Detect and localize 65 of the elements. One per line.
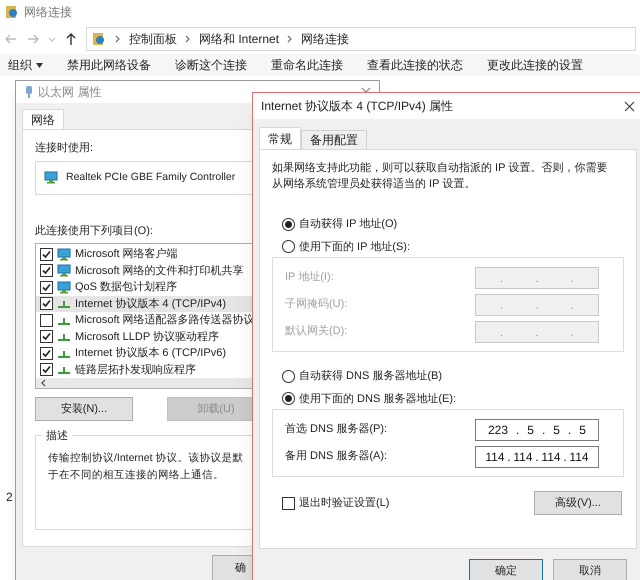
radio-button[interactable]	[282, 218, 295, 231]
breadcrumb-item[interactable]: 控制面板	[129, 30, 177, 48]
checkbox[interactable]	[40, 330, 53, 344]
field-label: 备用 DNS 服务器(A):	[285, 449, 388, 464]
breadcrumb-item[interactable]: 网络和 Internet	[199, 30, 280, 48]
chevron-right-icon	[185, 35, 191, 43]
radio-option[interactable]: 使用下面的 IP 地址(S):	[282, 238, 624, 255]
toolbar-button[interactable]: 重命名此连接	[271, 56, 343, 74]
checkbox[interactable]	[40, 363, 53, 376]
radio-option[interactable]: 自动获得 DNS 服务器地址(B)	[282, 368, 624, 384]
dialog-title: 以太网 属性	[38, 84, 102, 101]
chevron-right-icon	[115, 35, 121, 43]
monitor-icon	[57, 280, 71, 294]
caret-icon	[36, 62, 43, 68]
chevron-right-icon	[287, 35, 294, 43]
radio-button[interactable]	[282, 370, 295, 383]
checkbox[interactable]	[40, 280, 53, 294]
monitor-icon	[57, 248, 71, 261]
checkbox[interactable]	[40, 314, 53, 327]
up-arrow-icon[interactable]	[64, 32, 78, 46]
network-folder-icon	[4, 4, 20, 20]
list-text: 2	[6, 489, 13, 506]
field-label: 连接时使用:	[35, 140, 94, 156]
ip-address-field[interactable]: 223 . 5 . 5 . 5	[475, 418, 599, 440]
monitor-icon	[44, 171, 58, 184]
radio-button[interactable]	[282, 240, 295, 254]
radio-option[interactable]: 使用下面的 DNS 服务器地址(E):	[282, 390, 624, 407]
checkbox[interactable]	[40, 264, 53, 278]
toolbar-button[interactable]: 禁用此网络设备	[67, 56, 151, 74]
field-label: 首选 DNS 服务器(P):	[285, 422, 388, 438]
window-title: 网络连接	[24, 4, 72, 21]
plug-icon	[24, 85, 34, 99]
toolbar-button[interactable]: 组织	[8, 56, 43, 74]
chevron-left-icon[interactable]	[40, 379, 46, 387]
monitor-icon	[57, 264, 71, 278]
ip-address-field[interactable]: 114 . 114 . 114 . 114	[475, 446, 599, 468]
toolbar-button[interactable]: 查看此连接的状态	[367, 56, 463, 74]
advanced-button[interactable]: 高级(V)...	[534, 491, 622, 515]
field-label: 默认网关(D):	[285, 324, 348, 340]
network-folder-icon	[91, 31, 107, 47]
checkbox[interactable]	[282, 496, 295, 510]
tab[interactable]: 网络	[22, 109, 64, 129]
toolbar-button[interactable]: 更改此连接的设置	[487, 56, 583, 74]
breadcrumb-item[interactable]: 网络连接	[301, 30, 350, 48]
close-icon[interactable]	[624, 100, 635, 112]
radio-option[interactable]: 自动获得 IP 地址(O)	[282, 216, 624, 232]
address-bar[interactable]: 控制面板 网络和 Internet 网络连接	[86, 27, 636, 51]
dialog-button[interactable]: 安装(N)...	[35, 397, 133, 421]
dialog-button[interactable]: 取消	[553, 559, 627, 580]
description-text: 于在不同的相互连接的网络上通信。	[48, 468, 224, 483]
field-label: IP 地址(I):	[285, 270, 335, 286]
dialog-button[interactable]: 确定	[469, 559, 543, 580]
toolbar-button[interactable]: 诊断这个连接	[175, 56, 247, 74]
description-text: 传输控制协议/Internet 协议。该协议是默	[48, 451, 244, 466]
checkbox[interactable]	[40, 248, 53, 261]
radio-button[interactable]	[282, 392, 295, 406]
field-label: 子网掩码(U):	[285, 297, 348, 312]
dialog-title: Internet 协议版本 4 (TCP/IPv4) 属性	[261, 98, 454, 115]
field-label: 此连接使用下列项目(O):	[35, 224, 153, 238]
tab[interactable]: 备用配置	[301, 130, 367, 149]
checkbox[interactable]	[40, 346, 53, 360]
list-item[interactable]: Internet 协议版本 6 (TCP/IPv6)	[36, 345, 359, 362]
checkbox[interactable]	[40, 297, 53, 310]
tab[interactable]: 常规	[259, 127, 301, 149]
checkbox-option[interactable]: 退出时验证设置(L)	[282, 494, 390, 512]
